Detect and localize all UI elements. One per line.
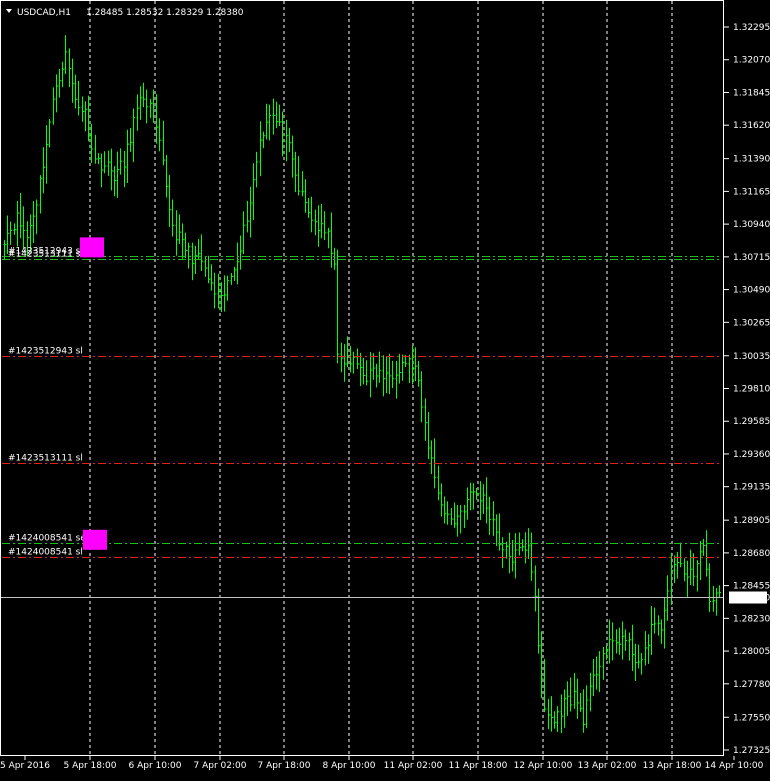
y-tick-label: 1.32295 <box>733 23 770 33</box>
y-tick-label: 1.30035 <box>733 352 770 362</box>
current-price-tag: 1.28380 <box>729 591 770 604</box>
x-tick-label: 11 Apr 02:00 <box>384 761 443 771</box>
current-price-label: 1.28380 <box>733 594 770 604</box>
y-tick-label: 1.28905 <box>733 516 770 526</box>
y-tick-label: 1.31845 <box>733 88 770 98</box>
x-tick-label: 8 Apr 10:00 <box>323 761 376 771</box>
x-tick-label: 12 Apr 10:00 <box>514 761 573 771</box>
y-tick-label: 1.31390 <box>733 155 770 165</box>
y-tick-label: 1.28005 <box>733 647 770 657</box>
x-tick-label: 14 Apr 10:00 <box>705 761 764 771</box>
trade-line-label: #1423513111 sl <box>8 454 83 464</box>
y-tick-label: 1.28230 <box>733 614 770 624</box>
x-tick-label: 7 Apr 02:00 <box>194 761 247 771</box>
y-tick-label: 1.27780 <box>733 680 770 690</box>
x-tick-label: 11 Apr 18:00 <box>449 761 508 771</box>
y-tick-label: 1.30265 <box>733 318 770 328</box>
x-tick-label: 5 Apr 2016 <box>0 761 50 771</box>
price-chart[interactable]: #1423512943 sell#1423513111 sell#1423512… <box>0 0 770 781</box>
trade-line-label: #1423513111 sell <box>8 250 91 260</box>
y-tick-label: 1.29135 <box>733 483 770 493</box>
x-tick-label: 13 Apr 02:00 <box>578 761 637 771</box>
x-tick-label: 6 Apr 10:00 <box>129 761 182 771</box>
y-tick-label: 1.27550 <box>733 713 770 723</box>
y-tick-label: 1.27325 <box>733 746 770 756</box>
trade-line-label: #1424008541 sell <box>8 534 91 544</box>
x-tick-label: 5 Apr 18:00 <box>64 761 117 771</box>
y-tick-label: 1.30940 <box>733 220 770 230</box>
y-tick-label: 1.32070 <box>733 56 770 66</box>
y-tick-label: 1.31620 <box>733 121 770 131</box>
header: USDCAD,H1 1.28485 1.28532 1.28329 1.2838… <box>6 8 244 18</box>
y-tick-label: 1.29585 <box>733 417 770 427</box>
trade-line-label: #1424008541 sl <box>8 548 83 558</box>
y-tick-label: 1.31165 <box>733 187 770 197</box>
y-tick-label: 1.28455 <box>733 582 770 592</box>
trade-entry-marker[interactable] <box>80 237 104 258</box>
y-tick-label: 1.30490 <box>733 286 770 296</box>
x-tick-label: 7 Apr 18:00 <box>258 761 311 771</box>
trade-entry-marker[interactable] <box>83 529 107 550</box>
trade-line-label: #1423512943 sl <box>8 347 83 357</box>
y-tick-label: 1.29360 <box>733 450 770 460</box>
symbol-label: USDCAD,H1 <box>17 8 71 18</box>
y-tick-label: 1.29810 <box>733 385 770 395</box>
chart-background <box>0 0 770 781</box>
ohlc-values: 1.28485 1.28532 1.28329 1.28380 <box>86 8 244 18</box>
y-tick-label: 1.28680 <box>733 549 770 559</box>
x-tick-label: 13 Apr 18:00 <box>643 761 702 771</box>
y-tick-label: 1.30715 <box>733 253 770 263</box>
